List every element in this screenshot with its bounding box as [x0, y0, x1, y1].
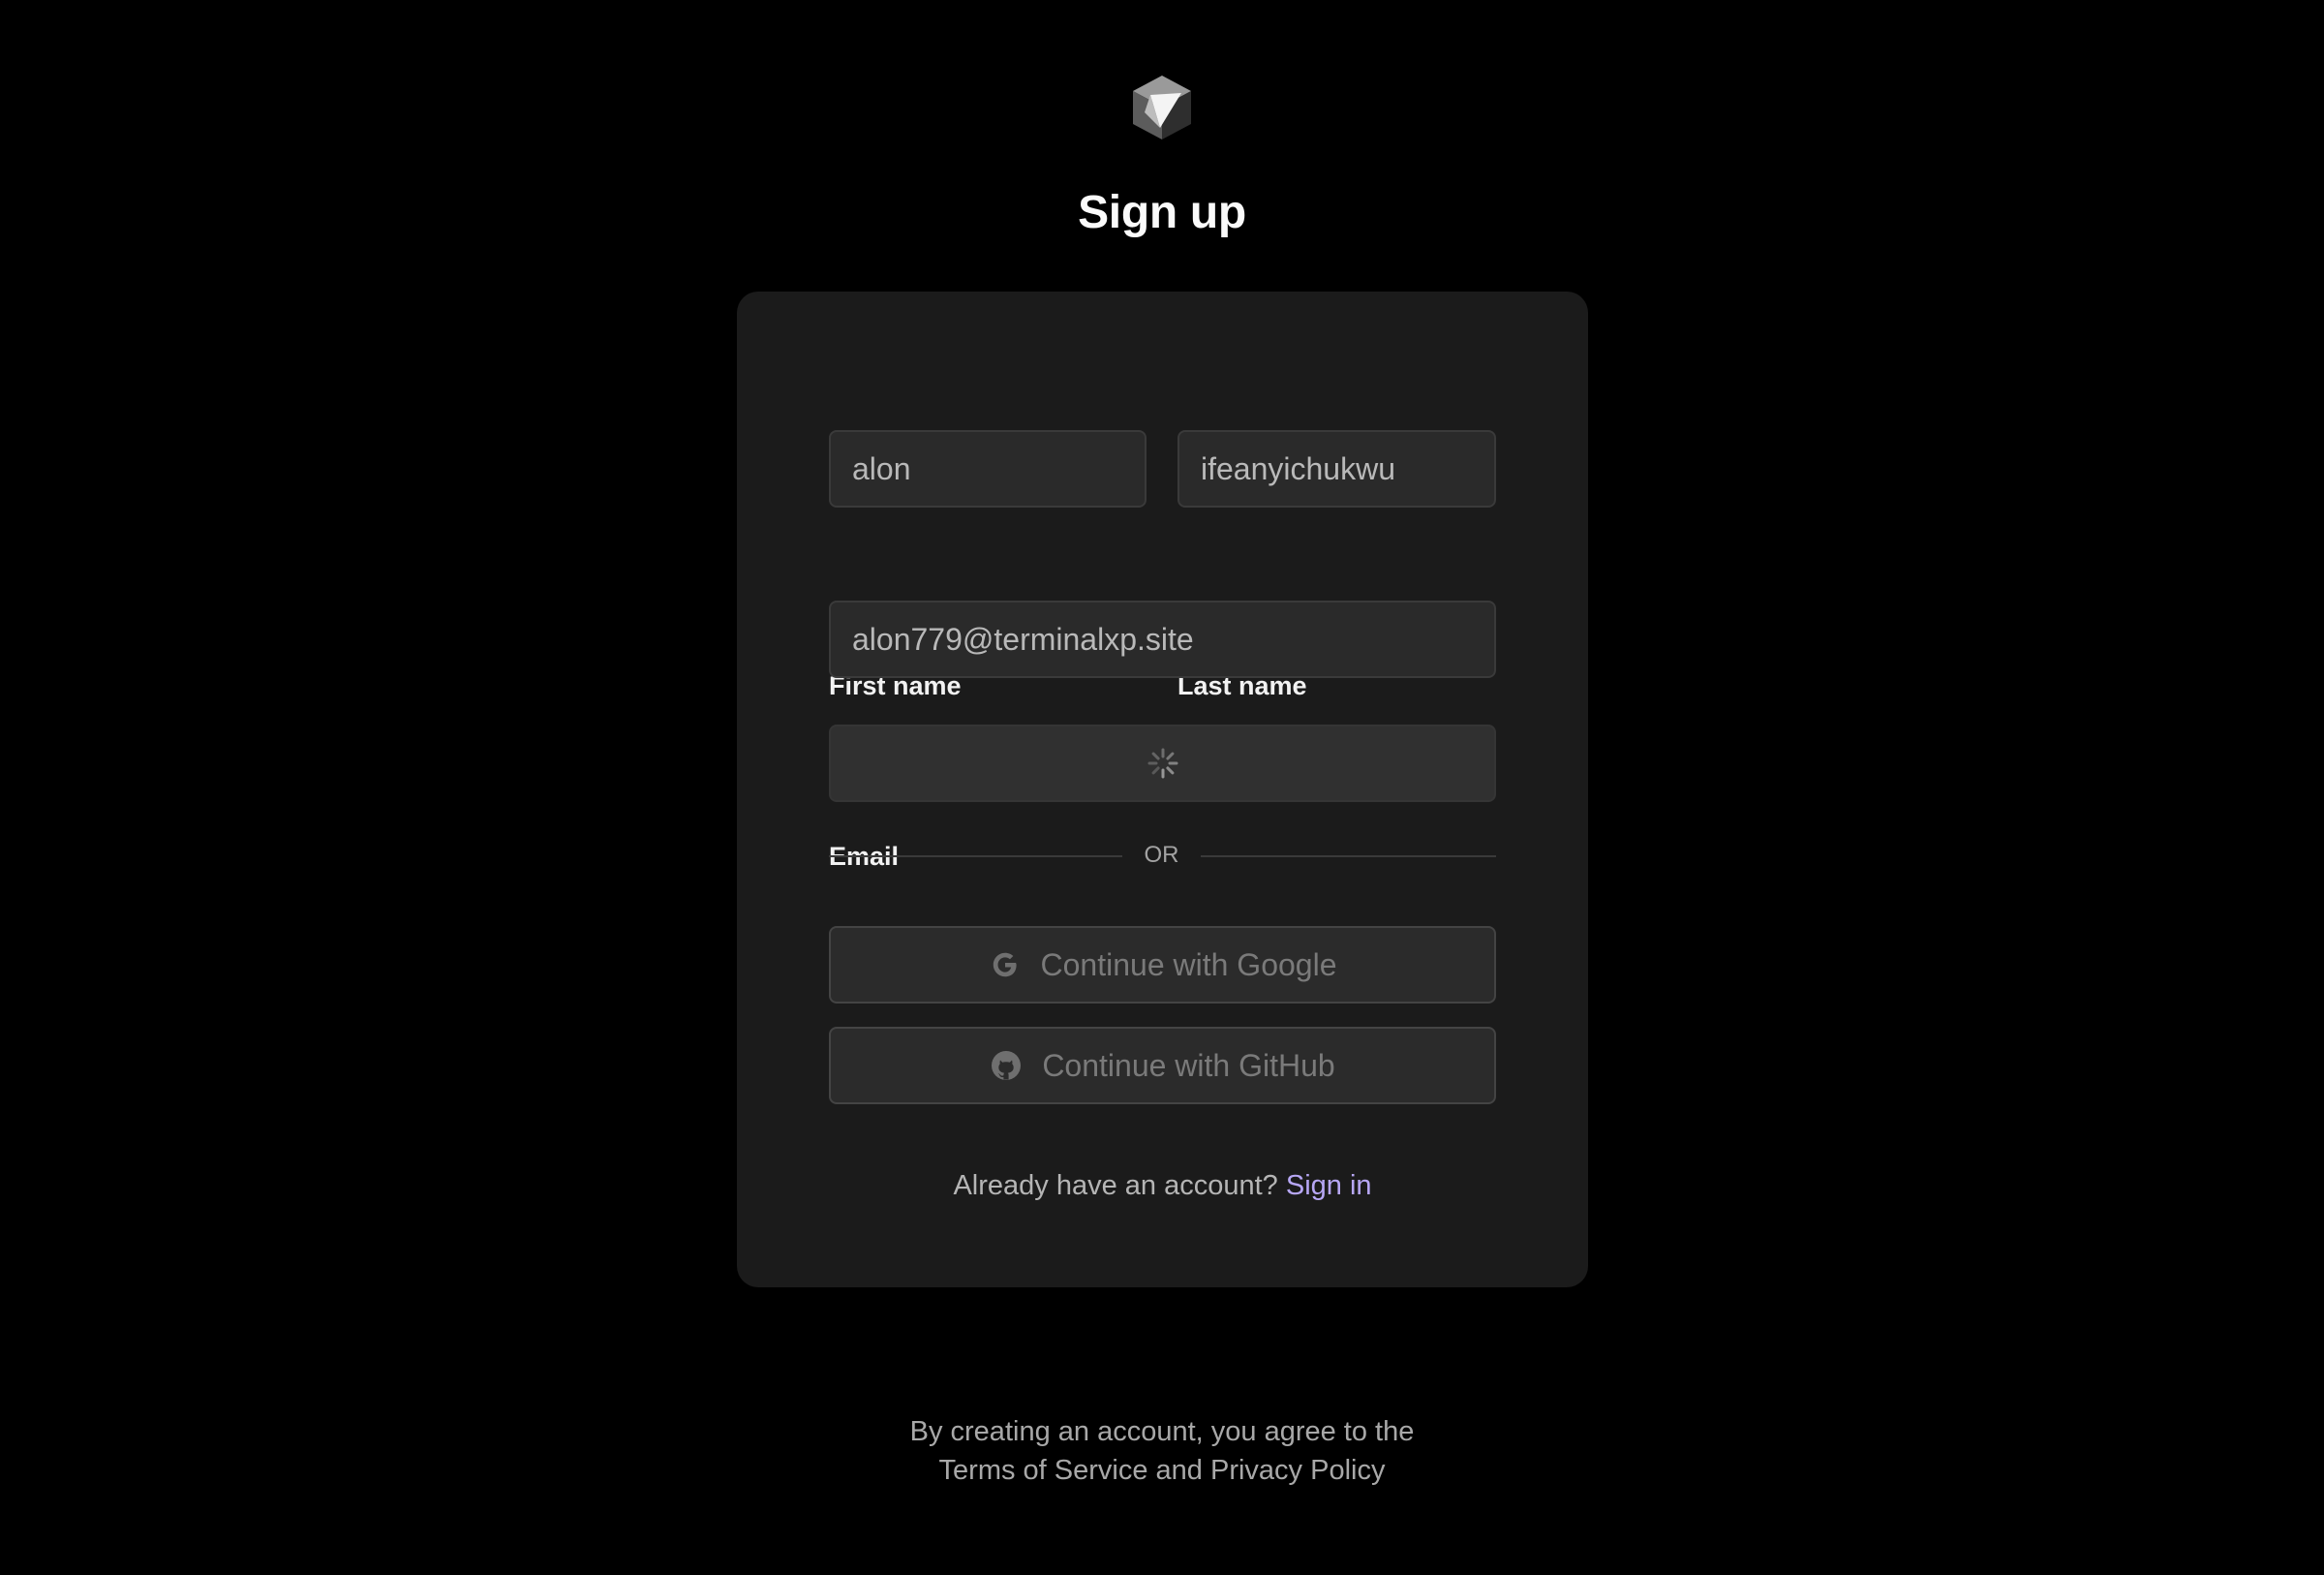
- divider-line-left: [829, 855, 1122, 857]
- submit-button[interactable]: [829, 725, 1496, 802]
- spinner-icon: [1147, 748, 1177, 779]
- cube-logo-icon: [1133, 76, 1191, 139]
- divider-text: OR: [1144, 842, 1179, 868]
- page-title: Sign up: [1078, 187, 1246, 238]
- signin-row: Already have an account? Sign in: [737, 1167, 1588, 1204]
- github-button-label: Continue with GitHub: [1042, 1048, 1335, 1083]
- google-button-label: Continue with Google: [1040, 947, 1337, 982]
- first-name-input[interactable]: [829, 430, 1147, 508]
- divider-line-right: [1201, 855, 1496, 857]
- legal-footer: By creating an account, you agree to the…: [0, 1412, 2324, 1490]
- last-name-input[interactable]: [1177, 430, 1496, 508]
- google-icon: [993, 952, 1017, 977]
- signin-prompt: Already have an account?: [953, 1170, 1278, 1201]
- signup-page: Sign up First name Last name Email: [0, 0, 2324, 1575]
- email-input[interactable]: [829, 601, 1496, 678]
- legal-line-2: Terms of Service and Privacy Policy: [938, 1455, 1386, 1486]
- continue-with-google-button[interactable]: Continue with Google: [829, 926, 1496, 1004]
- signin-link[interactable]: Sign in: [1286, 1170, 1372, 1201]
- continue-with-github-button[interactable]: Continue with GitHub: [829, 1027, 1496, 1104]
- or-divider: OR: [829, 839, 1496, 872]
- signup-card: First name Last name Email: [737, 292, 1588, 1287]
- legal-line-1: By creating an account, you agree to the: [909, 1416, 1415, 1447]
- github-icon: [992, 1051, 1022, 1080]
